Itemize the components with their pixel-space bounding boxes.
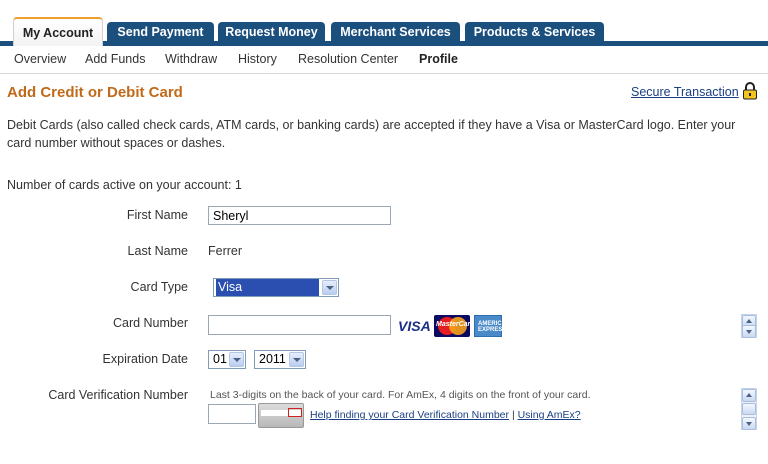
mastercard-logo: MasterCard — [434, 315, 475, 337]
subnav-history[interactable]: History — [238, 52, 277, 66]
chevron-down-icon[interactable] — [322, 280, 337, 295]
cvv-label: Card Verification Number — [48, 388, 188, 402]
exp-year-select[interactable]: 2011 — [254, 350, 306, 369]
card-back-icon — [258, 403, 304, 428]
secure-transaction-link[interactable]: Secure Transaction — [631, 85, 739, 99]
cvv-field[interactable] — [208, 404, 256, 424]
exp-month-value: 01 — [213, 352, 227, 366]
subnav-profile[interactable]: Profile — [419, 52, 458, 66]
page-description: Debit Cards (also called check cards, AT… — [7, 118, 736, 150]
using-amex-link[interactable]: Using AmEx? — [518, 409, 581, 421]
main-tab-bar: My Account Send Payment Request Money Me… — [0, 0, 768, 46]
cvv-help-link[interactable]: Help finding your Card Verification Numb… — [310, 409, 509, 421]
link-separator: | — [511, 409, 515, 421]
exp-year-value: 2011 — [259, 352, 286, 366]
cvv-scrollbar[interactable] — [741, 388, 757, 430]
card-type-label: Card Type — [130, 280, 188, 294]
amex-logo: AMERICAN EXPRESS — [474, 315, 510, 337]
last-name-value: Ferrer — [208, 244, 243, 258]
active-cards-count: Number of cards active on your account: … — [7, 178, 242, 192]
scroll-down-icon[interactable] — [742, 325, 756, 338]
tab-products-services[interactable]: Products & Services — [465, 22, 604, 42]
first-name-field[interactable] — [208, 206, 391, 225]
scroll-down-icon[interactable] — [742, 417, 756, 430]
card-type-value: Visa — [216, 279, 319, 296]
card-type-select[interactable]: Visa — [213, 278, 339, 297]
first-name-label: First Name — [126, 208, 188, 222]
sub-navigation: Overview Add Funds Withdraw History Reso… — [0, 46, 768, 74]
cvv-hint: Last 3-digits on the back of your card. … — [210, 389, 591, 401]
tab-send-payment[interactable]: Send Payment — [107, 22, 214, 42]
subnav-overview[interactable]: Overview — [14, 52, 66, 66]
subnav-withdraw[interactable]: Withdraw — [165, 52, 217, 66]
cvv-help-links: Help finding your Card Verification Numb… — [310, 409, 581, 421]
tab-merchant-services[interactable]: Merchant Services — [331, 22, 460, 42]
page-title: Add Credit or Debit Card — [7, 84, 183, 101]
scroll-thumb[interactable] — [742, 403, 756, 415]
subnav-resolution-center[interactable]: Resolution Center — [298, 52, 398, 66]
last-name-label: Last Name — [127, 244, 188, 258]
tab-my-account[interactable]: My Account — [13, 17, 103, 46]
chevron-down-icon[interactable] — [229, 352, 244, 367]
card-number-scrollbar[interactable] — [741, 314, 757, 338]
tab-request-money[interactable]: Request Money — [218, 22, 325, 42]
expiration-date-label: Expiration Date — [102, 352, 188, 366]
chevron-down-icon[interactable] — [289, 352, 304, 367]
scroll-up-icon[interactable] — [742, 389, 756, 402]
card-number-label: Card Number — [112, 316, 188, 330]
card-number-field[interactable] — [208, 315, 391, 335]
exp-month-select[interactable]: 01 — [208, 350, 246, 369]
lock-icon — [743, 82, 757, 100]
subnav-add-funds[interactable]: Add Funds — [85, 52, 145, 66]
visa-logo: VISA — [398, 318, 431, 334]
